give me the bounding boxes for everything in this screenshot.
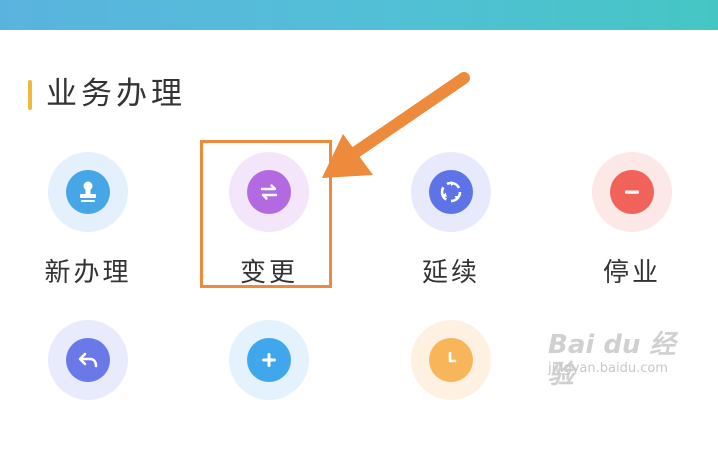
annotation-arrow-icon (322, 72, 470, 178)
